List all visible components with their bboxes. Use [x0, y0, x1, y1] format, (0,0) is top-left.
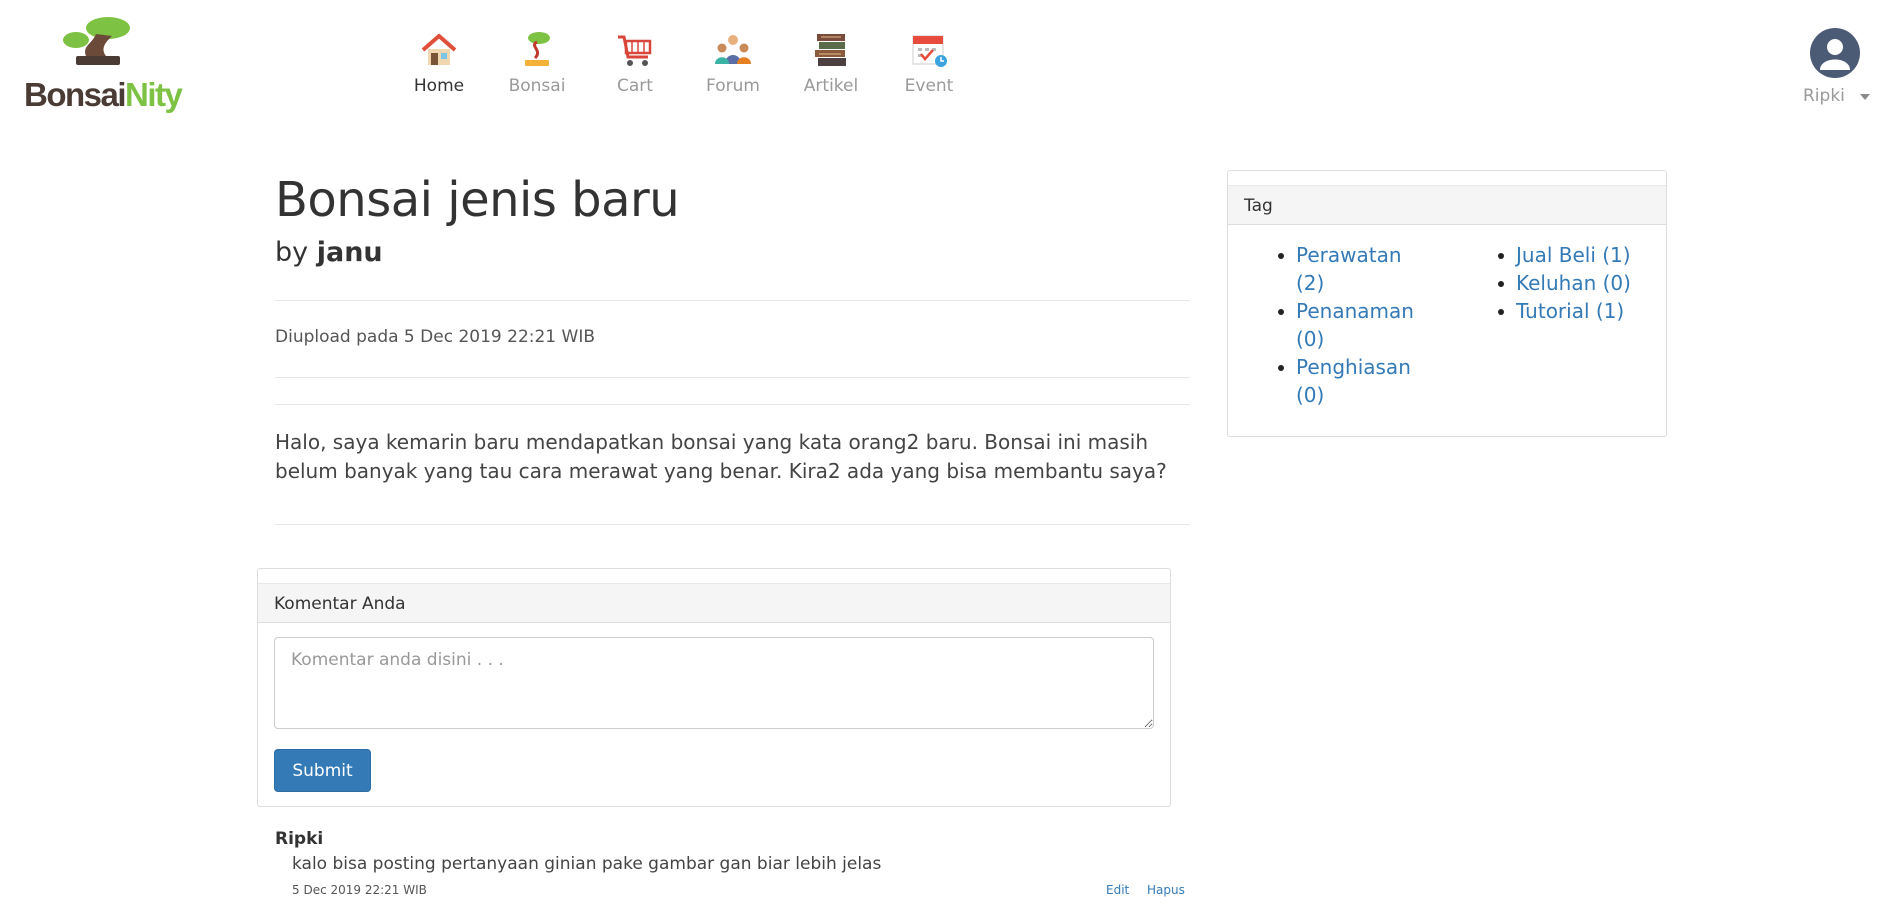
brand-name: BonsaiNity: [24, 76, 183, 114]
tag-panel-title: Tag: [1244, 196, 1273, 216]
tag-item: Penghiasan (0): [1276, 353, 1426, 409]
cart-icon: [618, 35, 652, 66]
user-name: Ripki: [1803, 86, 1845, 106]
nav-label-home: Home: [413, 76, 465, 96]
nav-label-cart: Cart: [617, 76, 653, 96]
nav-label-event: Event: [904, 76, 954, 96]
tag-list-right: Jual Beli (1) Keluhan (0) Tutorial (1): [1496, 241, 1656, 325]
tag-link-jual-beli[interactable]: Jual Beli (1): [1516, 243, 1631, 267]
tag-item: Penanaman (0): [1276, 297, 1426, 353]
tag-list-left: Perawatan (2) Penanaman (0) Penghiasan (…: [1276, 241, 1436, 409]
divider: [275, 524, 1190, 525]
nav-item-home[interactable]: Home: [390, 30, 488, 102]
brand-logo[interactable]: BonsaiNity: [22, 16, 187, 116]
divider: [275, 300, 1190, 301]
tag-item: Perawatan (2): [1276, 241, 1426, 297]
bonsai-icon: [525, 32, 550, 66]
comment-text: kalo bisa posting pertanyaan ginian pake…: [292, 854, 882, 874]
nav-item-artikel[interactable]: Artikel: [782, 30, 880, 102]
post-author: janu: [316, 237, 383, 268]
post-byline: by janu: [275, 236, 1190, 270]
comment-form-title: Komentar Anda: [274, 594, 406, 614]
comment-form-panel: Komentar Anda Submit: [257, 568, 1171, 807]
user-menu[interactable]: Ripki: [1798, 28, 1888, 112]
tag-link-perawatan[interactable]: Perawatan (2): [1296, 243, 1402, 295]
bonsai-logo-icon: [63, 17, 130, 65]
tag-item: Tutorial (1): [1496, 297, 1656, 325]
comment-date: 5 Dec 2019 22:21 WIB: [292, 883, 427, 897]
nav-item-bonsai[interactable]: Bonsai: [488, 30, 586, 102]
user-avatar-icon: [1810, 28, 1860, 78]
tag-item: Jual Beli (1): [1496, 241, 1656, 269]
comment-form-heading: Komentar Anda: [258, 583, 1170, 623]
comment-textarea[interactable]: [274, 637, 1154, 729]
home-icon: [421, 34, 457, 65]
tag-link-keluhan[interactable]: Keluhan (0): [1516, 271, 1631, 295]
submit-button[interactable]: Submit: [274, 749, 371, 792]
comment-author: Ripki: [275, 829, 324, 849]
nav-item-cart[interactable]: Cart: [586, 30, 684, 102]
tag-link-penanaman[interactable]: Penanaman (0): [1296, 299, 1414, 351]
post-upload-date: Diupload pada 5 Dec 2019 22:21 WIB: [275, 327, 596, 347]
nav-label-artikel: Artikel: [803, 76, 859, 96]
nav-item-event[interactable]: Event: [880, 30, 978, 102]
books-icon: [815, 34, 846, 66]
divider: [275, 377, 1190, 378]
tag-link-penghiasan[interactable]: Penghiasan (0): [1296, 355, 1411, 407]
nav-label-forum: Forum: [706, 76, 760, 96]
top-navbar: BonsaiNity Home Bonsai Cart Forum Artike…: [0, 0, 1897, 130]
main-nav: Home Bonsai Cart Forum Artikel Event: [390, 30, 978, 102]
tag-panel-heading: Tag: [1228, 185, 1666, 225]
nav-label-bonsai: Bonsai: [508, 76, 566, 96]
nav-item-forum[interactable]: Forum: [684, 30, 782, 102]
post-title: Bonsai jenis baru: [275, 172, 680, 228]
comment-edit-link[interactable]: Edit: [1106, 883, 1129, 897]
tag-link-tutorial[interactable]: Tutorial (1): [1516, 299, 1624, 323]
post-body: Halo, saya kemarin baru mendapatkan bons…: [275, 430, 1167, 483]
byline-prefix: by: [275, 237, 309, 268]
tag-item: Keluhan (0): [1496, 269, 1656, 297]
brand-name-part2: Nity: [125, 76, 183, 113]
calendar-icon: [912, 35, 947, 67]
divider: [275, 404, 1190, 405]
caret-down-icon: [1860, 94, 1870, 100]
brand-name-part1: Bonsai: [24, 76, 127, 113]
forum-post: Bonsai jenis baru by janu: [275, 170, 1190, 270]
comment-delete-link[interactable]: Hapus: [1147, 883, 1185, 897]
forum-icon: [715, 35, 751, 64]
tag-panel: Tag Perawatan (2) Penanaman (0) Penghias…: [1227, 170, 1667, 437]
